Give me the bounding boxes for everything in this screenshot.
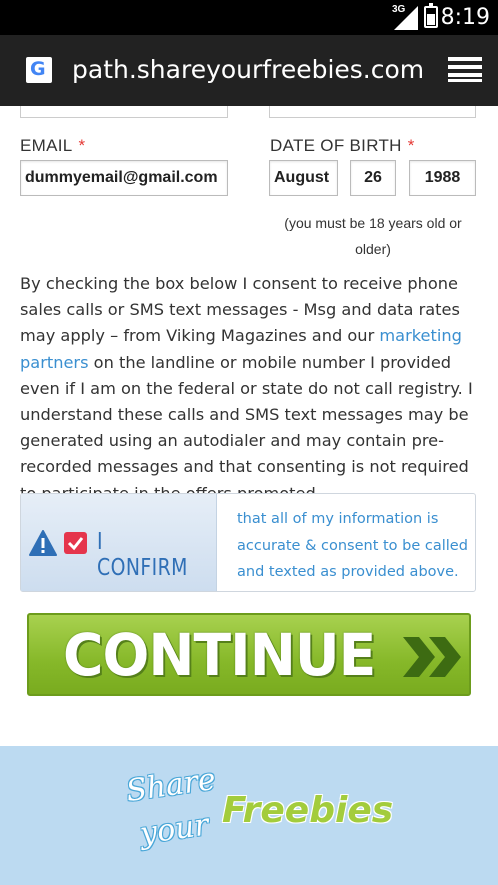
age-requirement-note: (you must be 18 years old or older) — [284, 215, 462, 257]
google-favicon-icon: G — [26, 57, 52, 83]
previous-field-left[interactable] — [20, 106, 228, 118]
checkmark-icon — [67, 537, 84, 551]
confirm-label: I CONFIRM — [97, 529, 188, 581]
confirm-checkbox[interactable] — [64, 532, 87, 554]
warning-icon — [29, 530, 57, 556]
footer: Share your Freebies — [0, 746, 498, 885]
email-label: EMAIL * — [20, 136, 86, 155]
tab-switcher-icon[interactable] — [448, 57, 482, 83]
dob-month-select[interactable]: August — [269, 160, 338, 196]
dob-label: DATE OF BIRTH * — [270, 136, 415, 155]
logo-your-text: your — [137, 807, 211, 852]
confirm-box[interactable]: I CONFIRM that all of my information is … — [20, 493, 476, 592]
confirm-toggle[interactable]: I CONFIRM — [21, 494, 217, 591]
required-marker: * — [78, 136, 86, 155]
previous-field-right[interactable] — [269, 106, 476, 118]
signal-icon — [394, 6, 418, 30]
dob-day-select[interactable]: 26 — [350, 160, 396, 196]
confirm-description: that all of my information is accurate &… — [237, 511, 468, 580]
logo-freebies-text: Freebies — [222, 790, 394, 831]
dob-year-select[interactable]: 1988 — [409, 160, 476, 196]
continue-button[interactable]: CONTINUE — [27, 613, 471, 696]
required-marker: * — [407, 136, 415, 155]
clock: 8:19 — [440, 5, 490, 30]
status-bar: 3G 8:19 — [0, 0, 498, 35]
battery-icon — [424, 3, 438, 28]
url-field[interactable]: path.shareyourfreebies.com/?tr — [72, 55, 422, 84]
consent-text: By checking the box below I consent to r… — [20, 274, 473, 503]
continue-label: CONTINUE — [63, 621, 376, 689]
logo-share-text: Share — [124, 761, 218, 810]
chevron-right-icon — [429, 637, 461, 677]
email-field[interactable]: dummyemail@gmail.com — [20, 160, 228, 196]
browser-toolbar: G path.shareyourfreebies.com/?tr — [0, 35, 498, 106]
